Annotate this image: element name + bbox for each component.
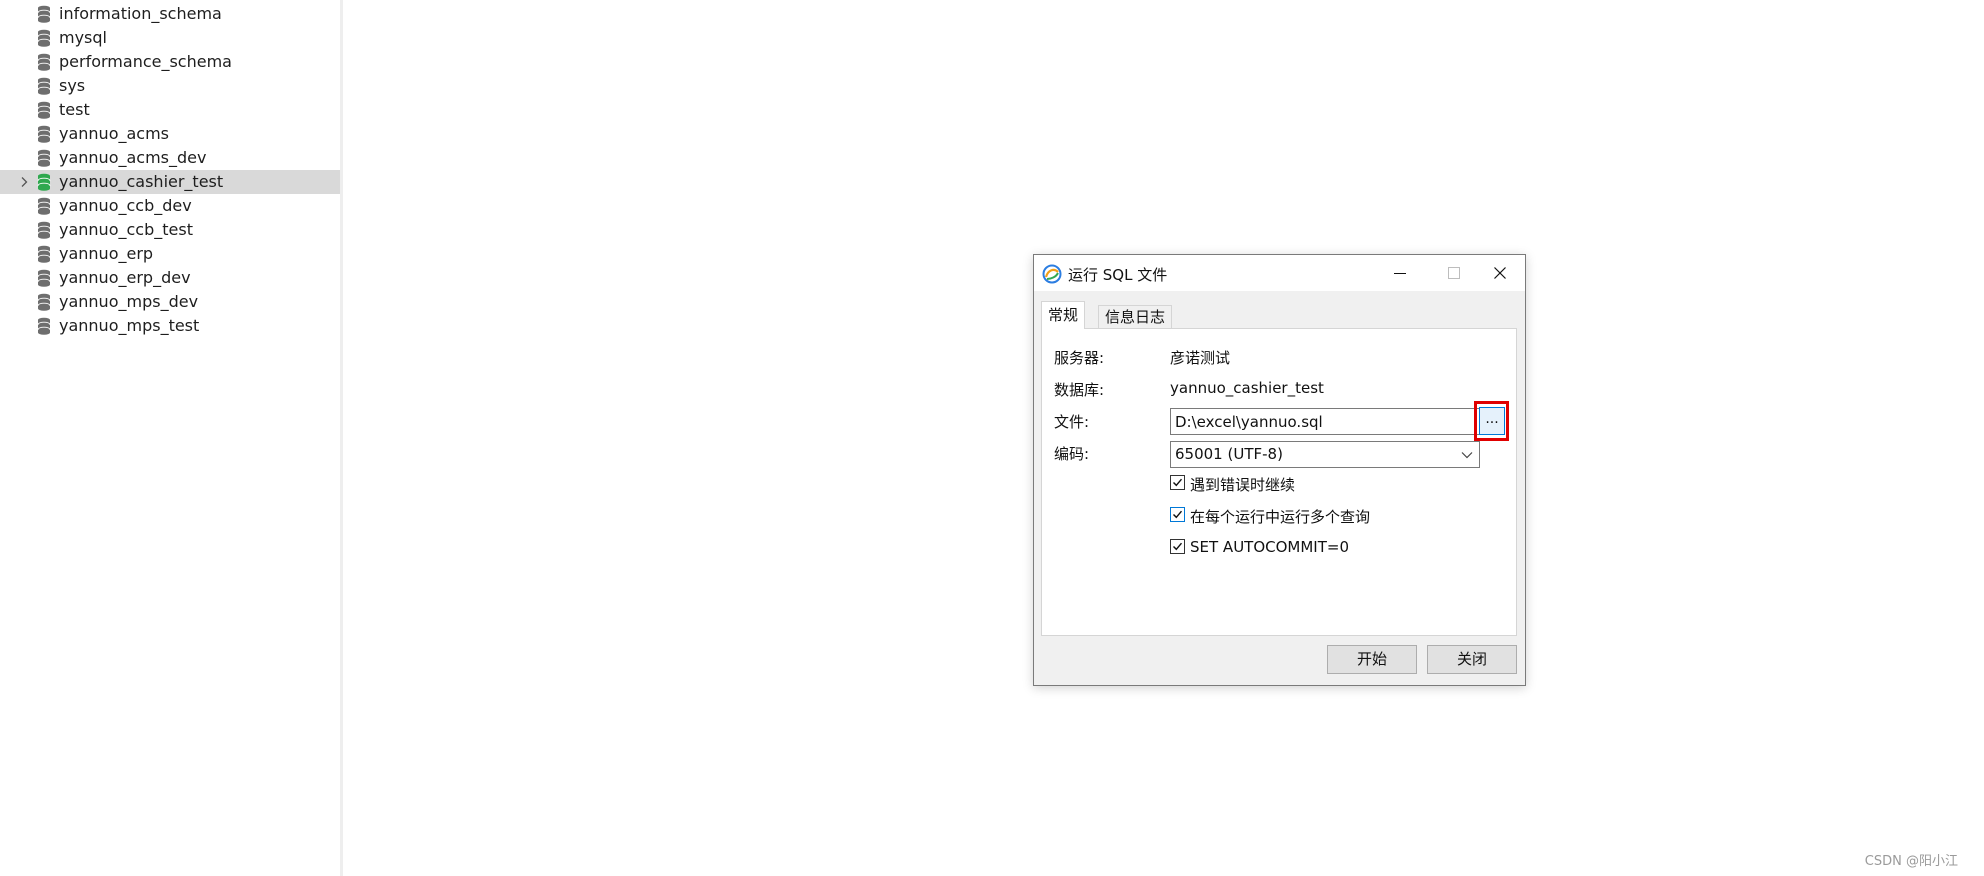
tree-item-yannuo-acms[interactable]: yannuo_acms [0,122,340,146]
tree-item-yannuo-erp[interactable]: yannuo_erp [0,242,340,266]
maximize-button[interactable] [1429,255,1479,291]
start-button[interactable]: 开始 [1327,645,1417,674]
tree-item-label: yannuo_mps_dev [59,292,199,311]
tree-item-information-schema[interactable]: information_schema [0,2,340,26]
encoding-value: 65001 (UTF-8) [1175,445,1283,463]
tab-general[interactable]: 常规 [1041,301,1086,329]
checkmark-icon [1173,510,1183,519]
database-icon [37,101,51,119]
tree-item-sys[interactable]: sys [0,74,340,98]
csdn-watermark: CSDN @阳小江 [1864,854,1958,869]
tree-item-label: yannuo_acms [59,124,170,143]
server-value: 彦诺测试 [1170,349,1231,367]
database-icon [37,125,51,143]
general-panel: 服务器: 彦诺测试 数据库: yannuo_cashier_test 文件: .… [1041,328,1517,636]
file-label: 文件: [1054,413,1090,431]
close-icon [1494,267,1506,279]
navicat-app-icon [1042,264,1062,284]
tree-item-yannuo-ccb-test[interactable]: yannuo_ccb_test [0,218,340,242]
close-button[interactable]: 关闭 [1427,645,1517,674]
database-icon [37,293,51,311]
minimize-button[interactable] [1375,255,1425,291]
tree-item-label: test [59,100,90,119]
encoding-label: 编码: [1054,445,1090,463]
checkbox-autocommit[interactable] [1170,539,1185,554]
file-path-input[interactable] [1170,408,1480,435]
option-label: 在每个运行中运行多个查询 [1190,508,1371,526]
option-label: 遇到错误时继续 [1190,476,1296,494]
database-icon [37,269,51,287]
run-sql-file-dialog: 运行 SQL 文件 常规 信息日志 服务器: 彦诺测试 数据库: yannuo_… [1033,254,1526,686]
tree-item-label: yannuo_cashier_test [59,172,224,191]
tree-item-label: yannuo_erp [59,244,154,263]
close-window-button[interactable] [1475,255,1525,291]
maximize-icon [1448,267,1460,279]
tree-item-label: sys [59,76,86,95]
tree-item-label: yannuo_acms_dev [59,148,207,167]
tree-item-performance-schema[interactable]: performance_schema [0,50,340,74]
database-icon [37,197,51,215]
tree-item-label: yannuo_mps_test [59,316,200,335]
tree-item-yannuo-cashier-test[interactable]: yannuo_cashier_test [0,170,340,194]
tab-message-log[interactable]: 信息日志 [1098,305,1173,329]
database-icon [37,5,51,23]
tree-item-yannuo-mps-test[interactable]: yannuo_mps_test [0,314,340,338]
database-icon [37,245,51,263]
encoding-select[interactable]: 65001 (UTF-8) [1170,441,1480,468]
checkbox-multiple-queries[interactable] [1170,507,1185,522]
dialog-titlebar[interactable]: 运行 SQL 文件 [1034,255,1525,291]
database-icon [37,317,51,335]
tree-item-yannuo-mps-dev[interactable]: yannuo_mps_dev [0,290,340,314]
checkmark-icon [1173,542,1183,551]
chevron-right-icon[interactable] [18,176,30,188]
tree-item-label: yannuo_ccb_dev [59,196,192,215]
checkmark-icon [1173,478,1183,487]
database-icon [37,173,51,191]
option-label: SET AUTOCOMMIT=0 [1190,538,1350,556]
tree-item-yannuo-ccb-dev[interactable]: yannuo_ccb_dev [0,194,340,218]
tree-item-label: yannuo_ccb_test [59,220,193,239]
tree-item-label: information_schema [59,4,222,23]
minimize-icon [1394,273,1406,274]
database-icon [37,221,51,239]
database-icon [37,29,51,47]
tree-item-yannuo-acms-dev[interactable]: yannuo_acms_dev [0,146,340,170]
tree-item-label: mysql [59,28,107,47]
tree-item-mysql[interactable]: mysql [0,26,340,50]
tree-item-label: performance_schema [59,52,232,71]
database-label: 数据库: [1054,381,1105,399]
tree-item-label: yannuo_erp_dev [59,268,191,287]
database-icon [37,149,51,167]
database-icon [37,77,51,95]
database-value: yannuo_cashier_test [1170,379,1324,397]
tree-item-yannuo-erp-dev[interactable]: yannuo_erp_dev [0,266,340,290]
chevron-down-icon [1461,452,1473,459]
dialog-title: 运行 SQL 文件 [1068,266,1168,284]
database-tree: information_schema mysql performance_sch… [0,0,343,876]
server-label: 服务器: [1054,349,1105,367]
checkbox-continue-on-error[interactable] [1170,475,1185,490]
browse-file-button[interactable]: ... [1479,407,1505,435]
tree-item-test[interactable]: test [0,98,340,122]
database-icon [37,53,51,71]
